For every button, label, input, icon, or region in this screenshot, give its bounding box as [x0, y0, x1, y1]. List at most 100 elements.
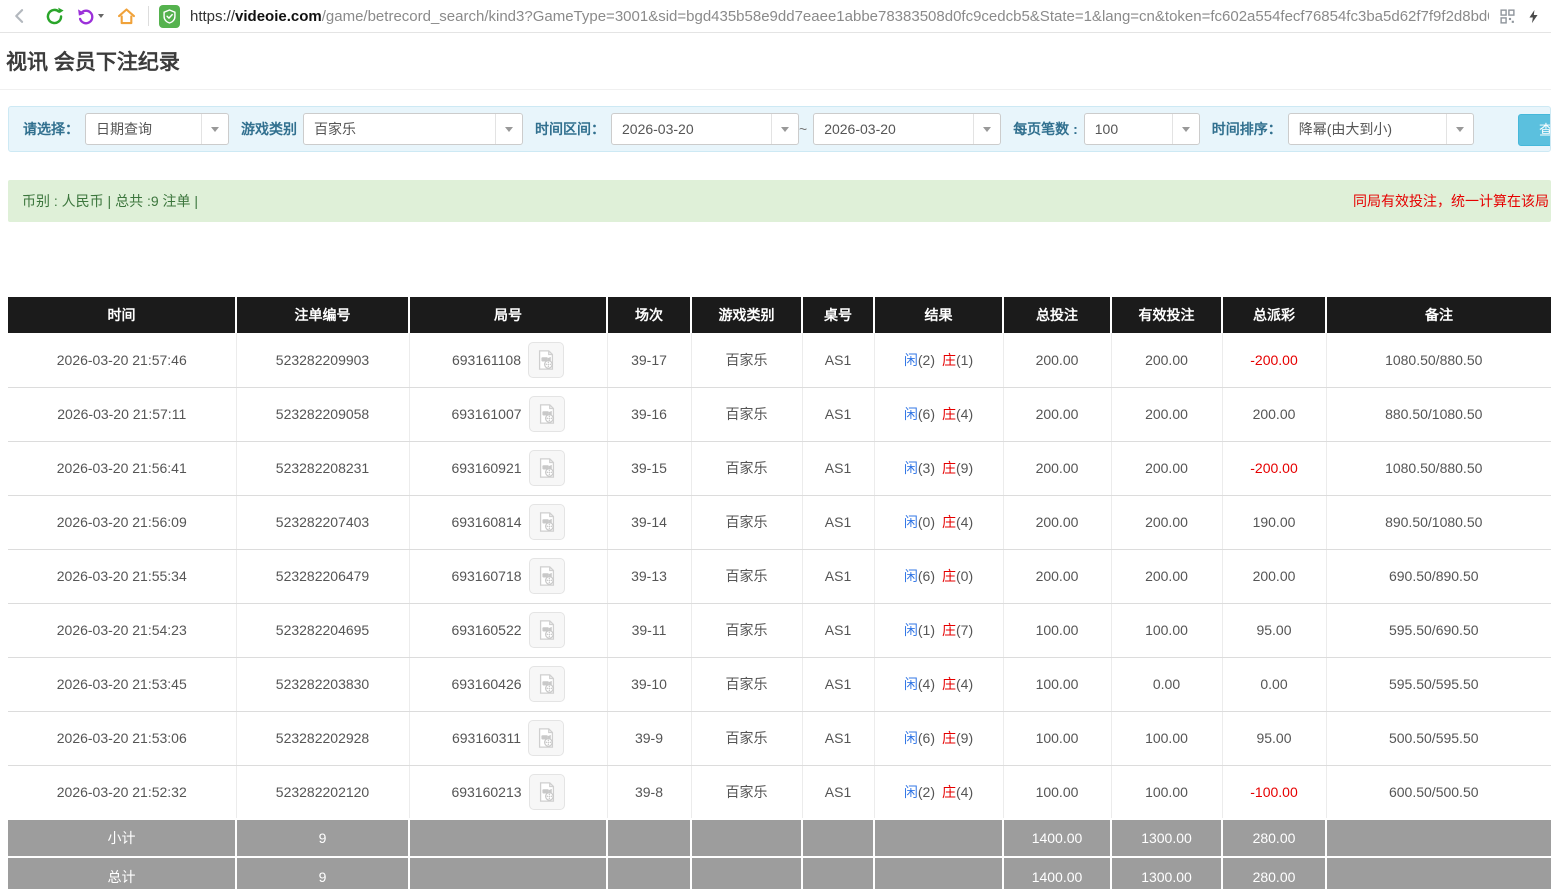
query-type-value: 日期查询 [86, 119, 201, 139]
video-replay-button[interactable] [528, 720, 564, 756]
banker-score: (1) [956, 352, 973, 368]
cell-table-no: AS1 [802, 495, 874, 549]
summary-bar: 币别 : 人民币 | 总共 :9 注单 | 同局有效投注，统一计算在该局 [8, 180, 1551, 222]
video-replay-button[interactable] [529, 558, 565, 594]
page-size-select[interactable]: 100 [1084, 113, 1200, 145]
cell-bet-id: 523282209058 [236, 387, 409, 441]
player-result-label: 闲 [904, 568, 918, 584]
chevron-down-icon[interactable] [495, 114, 522, 144]
total-bet-link[interactable]: 200.00 [1003, 441, 1111, 495]
total-valid-bet: 1300.00 [1111, 857, 1222, 889]
video-replay-button[interactable] [529, 396, 565, 432]
banker-result-label: 庄 [942, 514, 956, 530]
cell-bet-id: 523282209903 [236, 333, 409, 387]
cell-round: 693160426 [409, 657, 607, 711]
cell-session: 39-16 [607, 387, 691, 441]
site-shield-icon[interactable] [159, 5, 180, 28]
chevron-down-icon[interactable] [771, 114, 798, 144]
cell-round: 693160814 [409, 495, 607, 549]
cell-round: 693160718 [409, 549, 607, 603]
video-file-icon [536, 565, 558, 587]
cell-remark: 690.50/890.50 [1326, 549, 1551, 603]
header-remark: 备注 [1326, 297, 1551, 333]
cell-round: 693161007 [409, 387, 607, 441]
cell-empty [607, 857, 691, 889]
table-footer: 小计 9 1400.00 1300.00 280.00 总计 9 1400.00… [8, 819, 1551, 889]
cell-time: 2026-03-20 21:57:11 [8, 387, 236, 441]
video-replay-button[interactable] [529, 504, 565, 540]
lightning-icon[interactable] [1526, 8, 1541, 25]
back-button[interactable] [8, 4, 32, 28]
summary-notice: 同局有效投注，统一计算在该局 [1353, 191, 1549, 211]
home-button[interactable] [114, 4, 138, 28]
reload-button[interactable] [42, 4, 66, 28]
chevron-down-icon[interactable] [1172, 114, 1199, 144]
url-host: videoie.com [235, 8, 322, 25]
total-bet-link[interactable]: 200.00 [1003, 333, 1111, 387]
cell-session: 39-17 [607, 333, 691, 387]
cell-session: 39-11 [607, 603, 691, 657]
address-bar[interactable]: https://videoie.com/game/betrecord_searc… [190, 8, 1489, 25]
date-to-input[interactable]: 2026-03-20 [813, 113, 1001, 145]
video-replay-button[interactable] [529, 774, 565, 810]
search-button[interactable]: 查询 [1518, 114, 1551, 146]
video-replay-button[interactable] [529, 612, 565, 648]
query-type-select[interactable]: 日期查询 [85, 113, 229, 145]
cell-valid-bet: 100.00 [1111, 711, 1222, 765]
qr-code-icon[interactable] [1499, 8, 1516, 25]
player-result-label: 闲 [904, 460, 918, 476]
game-category-select[interactable]: 百家乐 [303, 113, 523, 145]
table-row: 2026-03-20 21:57:46 523282209903 6931611… [8, 333, 1551, 387]
total-total-bet: 1400.00 [1003, 857, 1111, 889]
video-replay-button[interactable] [528, 342, 564, 378]
home-icon [116, 6, 137, 27]
header-round: 局号 [409, 297, 607, 333]
total-bet-link[interactable]: 100.00 [1003, 603, 1111, 657]
cell-result: 闲(1)庄(7) [874, 603, 1003, 657]
page-header: 视讯 会员下注纪录 [0, 33, 1551, 90]
player-score: (3) [918, 460, 935, 476]
banker-result-label: 庄 [942, 622, 956, 638]
round-number: 693160213 [451, 784, 521, 800]
sort-select[interactable]: 降幂(由大到小) [1288, 113, 1474, 145]
cell-empty [1326, 819, 1551, 857]
date-from-input[interactable]: 2026-03-20 [611, 113, 799, 145]
total-bet-link[interactable]: 100.00 [1003, 711, 1111, 765]
video-file-icon [536, 511, 558, 533]
header-total-bet: 总投注 [1003, 297, 1111, 333]
player-score: (6) [918, 730, 935, 746]
table-header: 时间 注单编号 局号 场次 游戏类别 桌号 结果 总投注 有效投注 总派彩 备注 [8, 297, 1551, 333]
video-file-icon [536, 673, 558, 695]
video-replay-button[interactable] [529, 666, 565, 702]
chevron-down-icon[interactable] [201, 114, 228, 144]
chevron-down-icon[interactable] [1446, 114, 1473, 144]
video-replay-button[interactable] [529, 450, 565, 486]
cell-remark: 880.50/1080.50 [1326, 387, 1551, 441]
cell-game-category: 百家乐 [691, 657, 802, 711]
cell-session: 39-8 [607, 765, 691, 819]
undo-dropdown-caret[interactable] [98, 14, 104, 18]
total-bet-link[interactable]: 200.00 [1003, 495, 1111, 549]
cell-remark: 890.50/1080.50 [1326, 495, 1551, 549]
cell-remark: 600.50/500.50 [1326, 765, 1551, 819]
cell-empty [691, 857, 802, 889]
undo-button[interactable] [76, 6, 104, 26]
subtotal-row: 小计 9 1400.00 1300.00 280.00 [8, 819, 1551, 857]
player-score: (6) [918, 406, 935, 422]
cell-table-no: AS1 [802, 387, 874, 441]
chevron-down-icon[interactable] [973, 114, 1000, 144]
total-count: 9 [236, 857, 409, 889]
subtotal-total-bet: 1400.00 [1003, 819, 1111, 857]
subtotal-label: 小计 [8, 819, 236, 857]
cell-remark: 595.50/690.50 [1326, 603, 1551, 657]
round-number: 693160921 [451, 460, 521, 476]
total-bet-link[interactable]: 200.00 [1003, 387, 1111, 441]
total-bet-link[interactable]: 100.00 [1003, 657, 1111, 711]
total-bet-link[interactable]: 100.00 [1003, 765, 1111, 819]
total-bet-link[interactable]: 200.00 [1003, 549, 1111, 603]
cell-time: 2026-03-20 21:53:45 [8, 657, 236, 711]
player-result-label: 闲 [904, 784, 918, 800]
cell-empty [802, 819, 874, 857]
reload-icon [44, 6, 65, 27]
cell-empty [409, 857, 607, 889]
